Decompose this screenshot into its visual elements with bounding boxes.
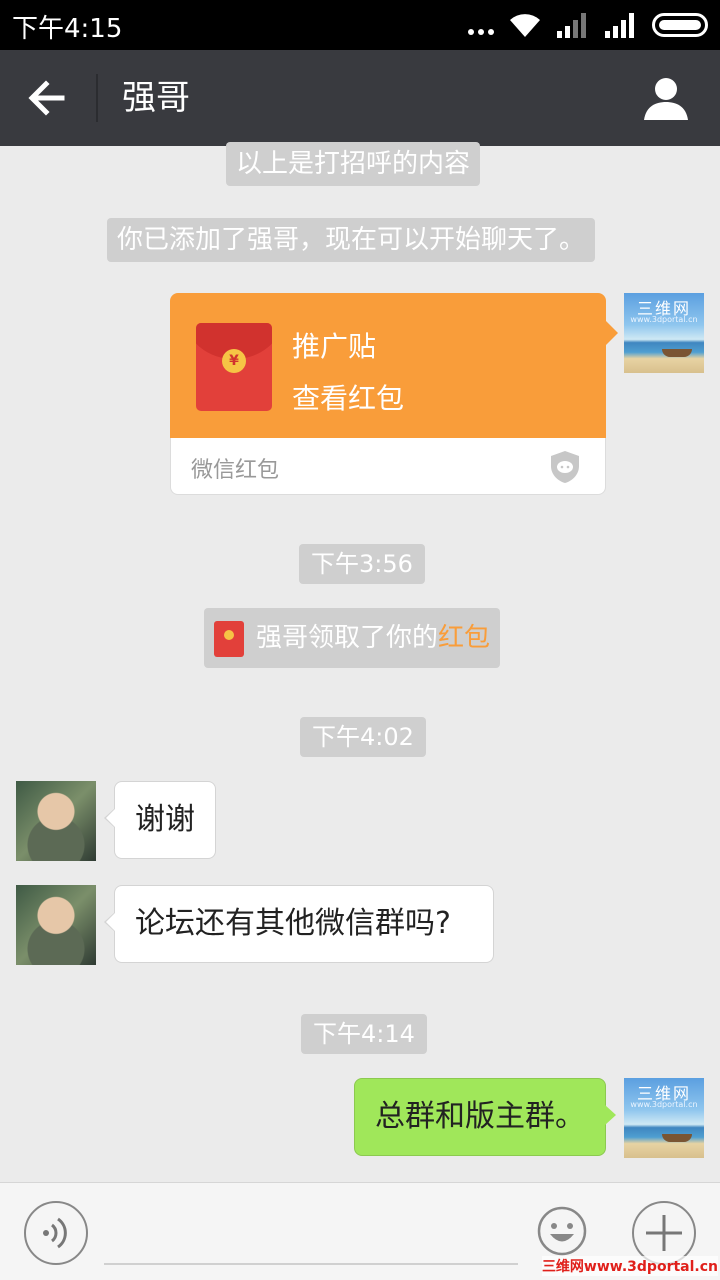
avatar-site-text: www.3dportal.cn [630,315,698,324]
back-arrow-icon[interactable] [22,74,74,122]
contact-avatar[interactable] [16,781,96,861]
wechat-pay-shield-icon [551,451,579,483]
header-divider [96,74,98,122]
my-avatar[interactable]: 三维网 www.3dportal.cn [624,1078,704,1158]
site-watermark: 三维网www.3dportal.cn [541,1256,718,1276]
avatar-site-text: www.3dportal.cn [630,1100,698,1109]
red-packet-header: ¥ 推广贴 查看红包 [170,293,606,438]
profile-icon[interactable] [642,74,690,122]
signal-icon-2 [605,13,634,38]
red-packet-brand: 微信红包 [191,458,280,483]
red-packet-action: 查看红包 [292,382,405,415]
red-packet-footer: 微信红包 [170,438,606,495]
status-time: 下午4:15 [12,14,123,44]
voice-icon [43,1217,67,1249]
incoming-message[interactable]: 谢谢 [104,781,216,859]
system-notice-received: 强哥领取了你的红包 [204,608,501,668]
red-packet-small-icon [214,620,244,657]
more-notifications-icon [468,15,494,35]
bubble-tail [606,321,618,345]
red-packet-link[interactable]: 红包 [438,623,490,653]
contact-avatar[interactable] [16,885,96,965]
message-input[interactable] [104,1201,518,1265]
red-envelope-icon: ¥ [196,323,272,411]
timestamp: 下午3:56 [299,544,425,584]
status-icons [468,10,708,40]
voice-input-button[interactable] [24,1201,88,1265]
plus-icon [646,1215,682,1251]
chat-header: 强哥 [0,50,720,146]
battery-icon [652,13,708,37]
wifi-icon [510,14,540,37]
status-bar: 下午4:15 [0,0,720,50]
system-notice-greeting: 以上是打招呼的内容 [226,142,481,186]
system-notice-added: 你已添加了强哥，现在可以开始聊天了。 [107,218,596,262]
red-packet-title: 推广贴 [292,330,377,363]
incoming-message[interactable]: 论坛还有其他微信群吗? [104,885,494,963]
boat-shape [662,349,692,357]
input-bar: 三维网www.3dportal.cn [0,1182,720,1280]
chat-title: 强哥 [122,78,190,118]
timestamp: 下午4:02 [300,717,426,757]
signal-icon [557,13,586,38]
timestamp: 下午4:14 [301,1014,427,1054]
boat-shape [662,1134,692,1142]
my-avatar[interactable]: 三维网 www.3dportal.cn [624,293,704,373]
outgoing-message[interactable]: 总群和版主群。 [354,1078,616,1156]
emoji-icon[interactable] [536,1205,588,1257]
red-packet-card[interactable]: ¥ 推广贴 查看红包 微信红包 [170,293,618,495]
notice-received-text: 强哥领取了你的 [256,623,439,653]
